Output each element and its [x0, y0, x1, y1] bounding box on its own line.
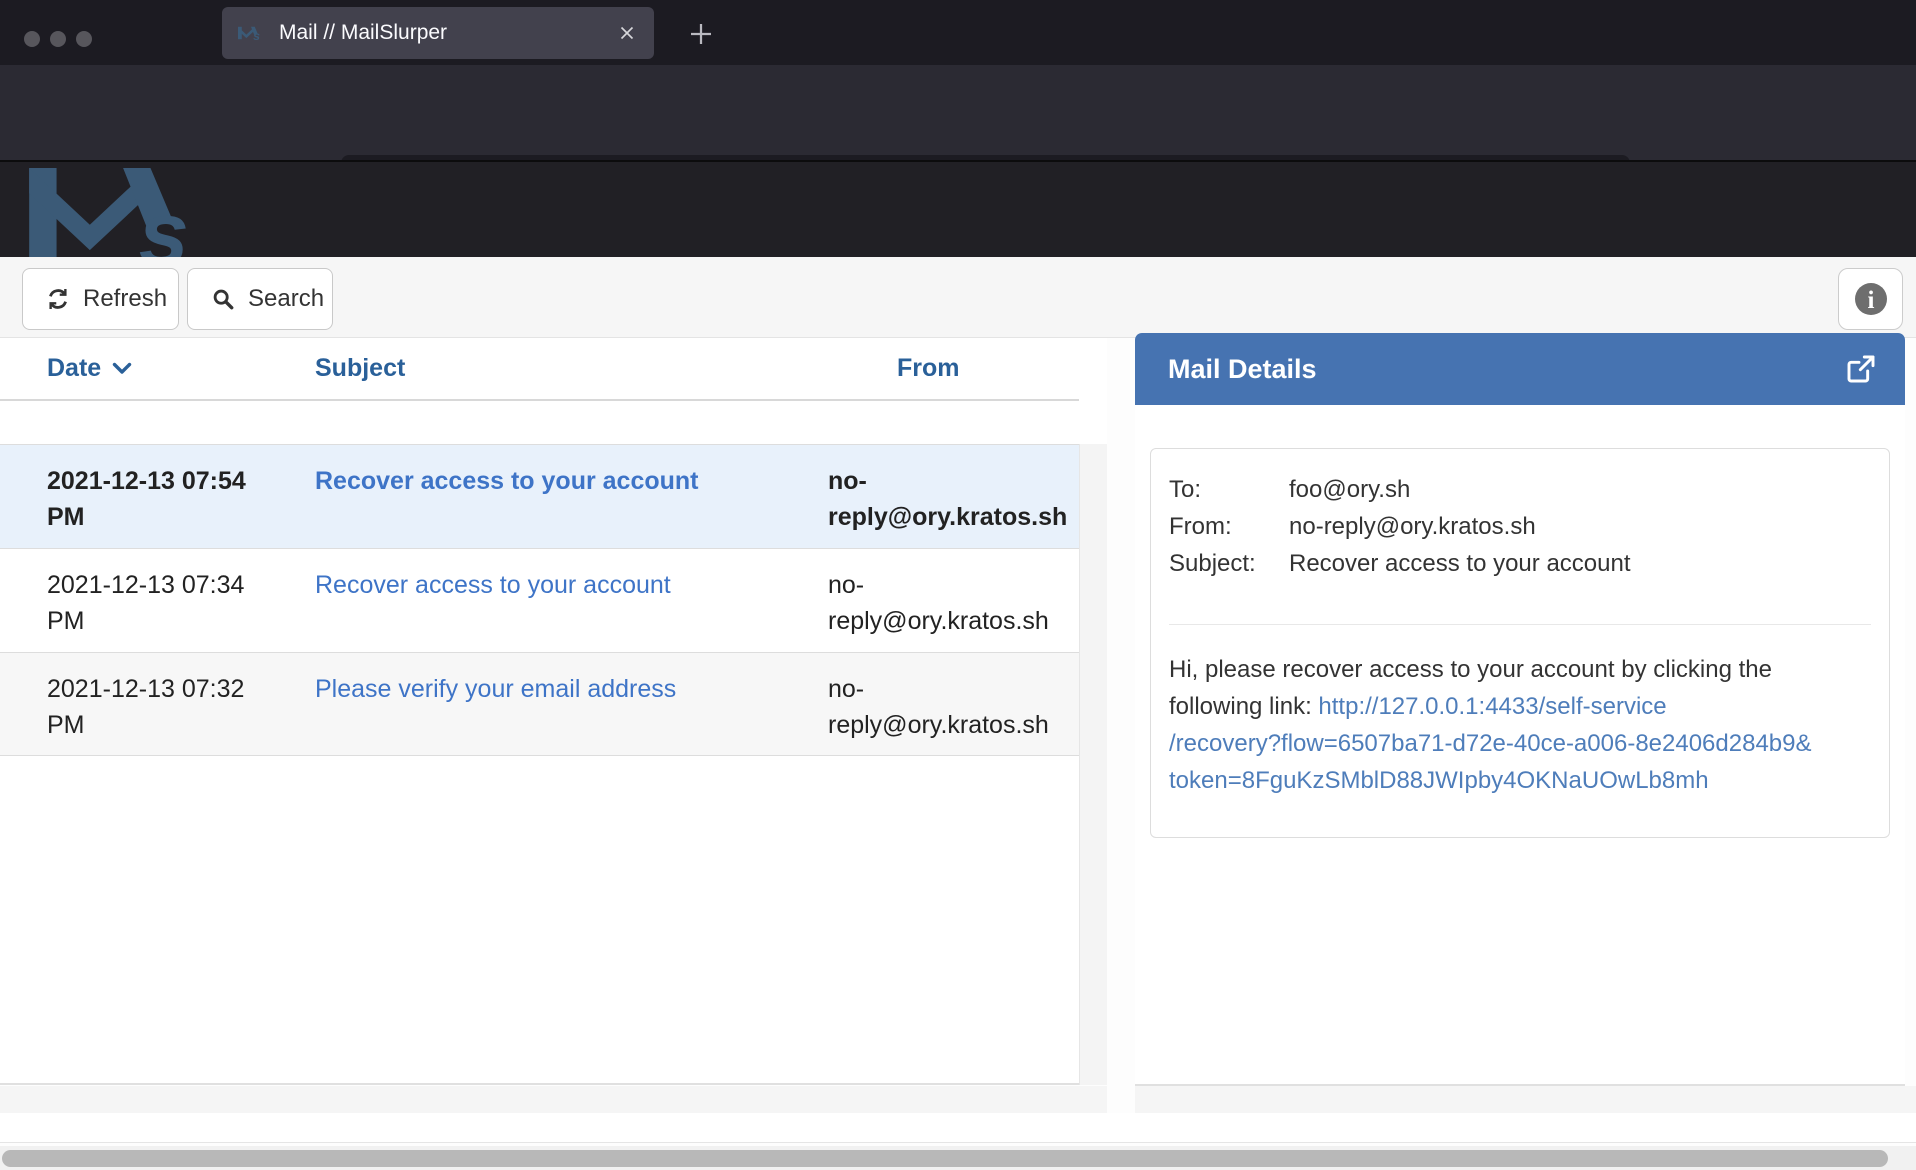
panel-gap	[1107, 1086, 1135, 1113]
window-control-dots[interactable]	[24, 31, 92, 47]
cell-subject-link[interactable]: Recover access to your account	[315, 567, 810, 603]
field-from-label: From:	[1169, 508, 1289, 545]
column-header-date[interactable]: Date	[47, 354, 133, 383]
mailslurper-favicon: s	[238, 22, 265, 44]
table-row[interactable]: 2021-12-13 07:54PM Recover access to your…	[0, 444, 1079, 548]
refresh-icon	[45, 286, 71, 312]
mail-details-title: Mail Details	[1168, 354, 1845, 385]
open-external-icon[interactable]	[1845, 353, 1877, 385]
field-subject-label: Subject:	[1169, 545, 1289, 582]
cell-date: 2021-12-13 07:32PM	[47, 671, 287, 743]
mail-list-header: Date Subject From	[0, 338, 1079, 401]
mail-details-header: Mail Details	[1135, 333, 1905, 405]
browser-tab[interactable]: s Mail // MailSlurper	[222, 7, 654, 59]
card-divider	[1169, 624, 1871, 625]
app-header: s	[0, 160, 1916, 257]
field-from-value: no-reply@ory.kratos.sh	[1289, 508, 1536, 545]
tab-title: Mail // MailSlurper	[279, 21, 616, 45]
svg-text:i: i	[1867, 287, 1874, 314]
tab-close-icon[interactable]	[616, 22, 638, 44]
search-button[interactable]: Search	[187, 268, 333, 330]
mail-list-body: 2021-12-13 07:54PM Recover access to your…	[0, 444, 1079, 756]
column-header-from[interactable]: From	[897, 354, 960, 383]
refresh-label: Refresh	[83, 285, 167, 313]
cell-subject-link[interactable]: Please verify your email address	[315, 671, 810, 707]
search-label: Search	[248, 285, 324, 313]
cell-from: no-reply@ory.kratos.sh	[828, 671, 1078, 743]
cell-date: 2021-12-13 07:34PM	[47, 567, 287, 639]
sort-chevron-down-icon	[111, 360, 133, 377]
horizontal-scrollbar-thumb[interactable]	[2, 1150, 1888, 1167]
field-to-label: To:	[1169, 471, 1289, 508]
info-icon: i	[1853, 281, 1889, 317]
new-tab-icon[interactable]	[686, 19, 716, 49]
app-toolbar: Refresh Search i	[0, 257, 1916, 338]
refresh-button[interactable]: Refresh	[22, 268, 179, 330]
mail-list-panel: Date Subject From 2021-12-13 07:54PM Reco…	[0, 338, 1107, 1085]
browser-navbar: 127.0.0.1:4436/# 90%	[0, 65, 1916, 160]
mailslurper-logo: s	[27, 168, 227, 258]
mail-list-scrollbar-track[interactable]	[1079, 444, 1107, 1085]
table-row[interactable]: 2021-12-13 07:34PM Recover access to your…	[0, 548, 1079, 652]
cell-from: no-reply@ory.kratos.sh	[828, 567, 1078, 639]
footer-band	[0, 1113, 1916, 1143]
cell-from: no-reply@ory.kratos.sh	[828, 463, 1078, 535]
cell-date: 2021-12-13 07:54PM	[47, 463, 287, 535]
mail-body-text: Hi, please recover access to your accoun…	[1169, 651, 1871, 799]
column-header-subject[interactable]: Subject	[315, 354, 405, 383]
field-to-value: foo@ory.sh	[1289, 471, 1410, 508]
field-subject: Subject: Recover access to your account	[1169, 545, 1871, 582]
table-row[interactable]: 2021-12-13 07:32PM Please verify your ema…	[0, 652, 1079, 756]
search-icon	[210, 286, 236, 312]
mail-details-card: To: foo@ory.sh From: no-reply@ory.kratos…	[1150, 448, 1890, 838]
bottom-band	[0, 1086, 1916, 1113]
field-to: To: foo@ory.sh	[1169, 471, 1871, 508]
browser-tab-bar: s Mail // MailSlurper	[0, 0, 1916, 65]
field-subject-value: Recover access to your account	[1289, 545, 1631, 582]
field-from: From: no-reply@ory.kratos.sh	[1169, 508, 1871, 545]
svg-text:s: s	[253, 29, 260, 43]
info-button[interactable]: i	[1838, 268, 1903, 330]
cell-subject-link[interactable]: Recover access to your account	[315, 463, 810, 499]
svg-text:s: s	[139, 184, 189, 258]
browser-window: s Mail // MailSlurper 127.0.0.1:4436/# 9…	[0, 0, 1916, 1170]
mail-details-panel: Mail Details To: foo@ory.sh From: no-rep…	[1135, 333, 1905, 1086]
